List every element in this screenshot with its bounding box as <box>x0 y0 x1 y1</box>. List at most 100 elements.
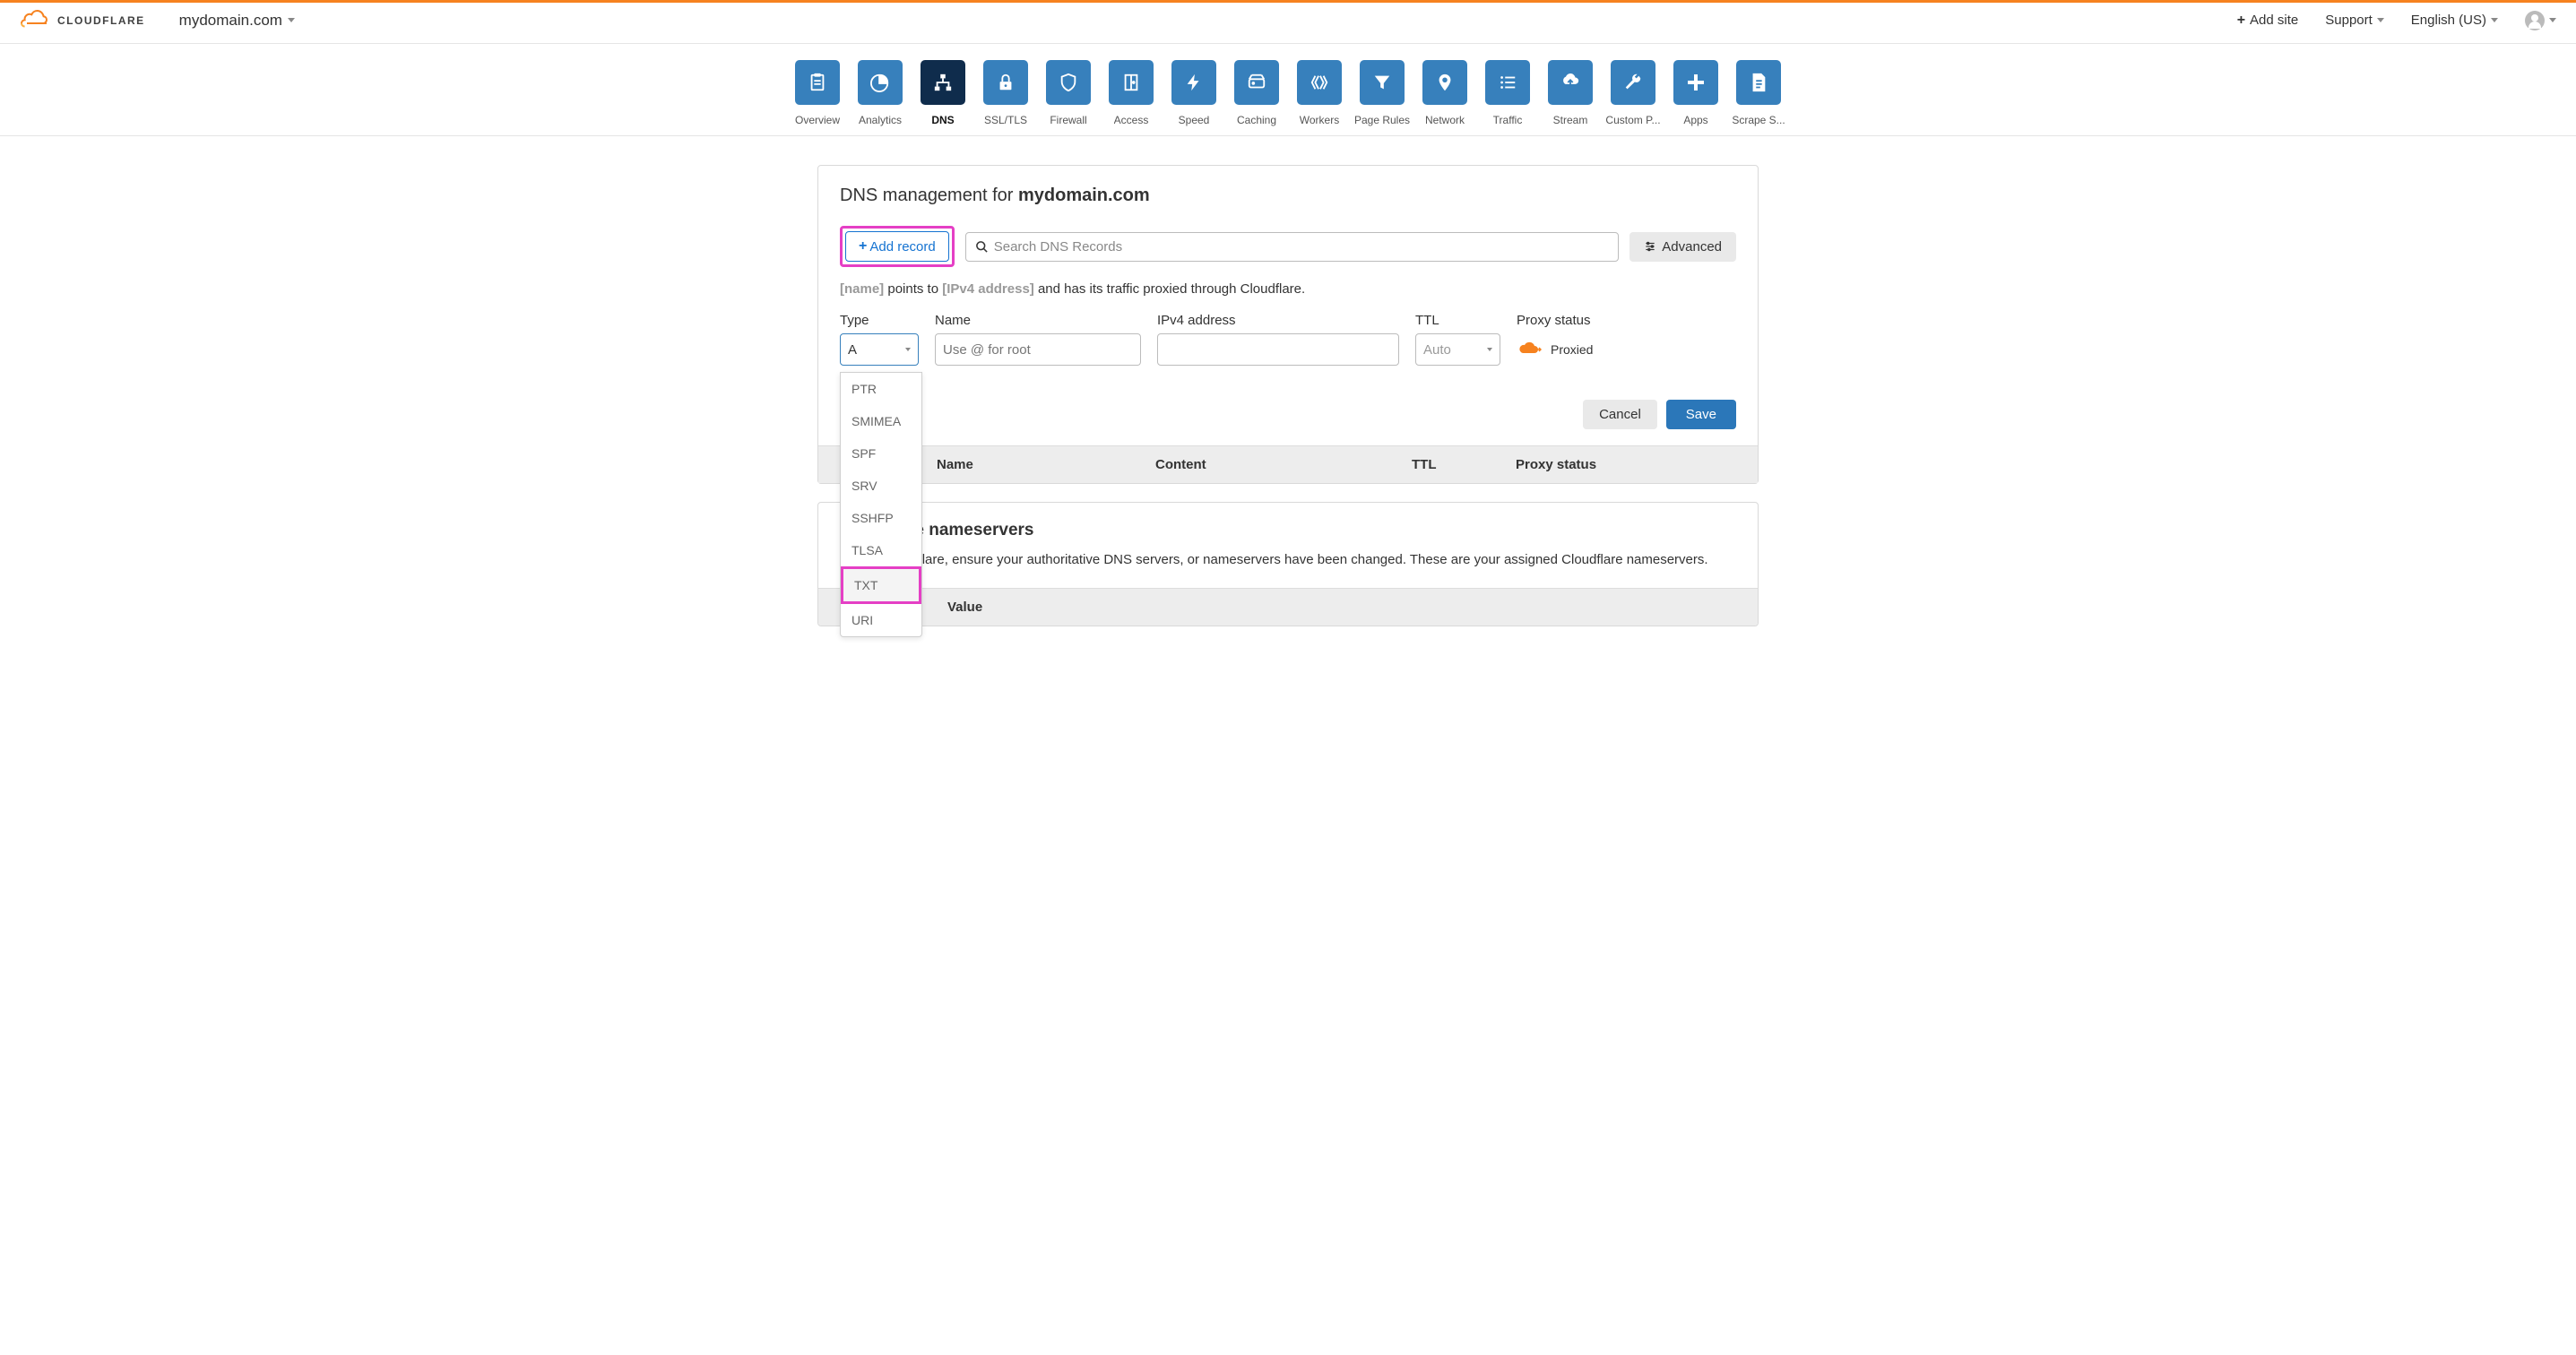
tab-apps[interactable]: Apps <box>1664 60 1727 126</box>
ns-panel-title: Cloudflare nameservers <box>840 521 1736 540</box>
cloud-upload-icon <box>1548 60 1593 105</box>
door-icon <box>1109 60 1154 105</box>
toolbar-row: + Add record Advanced <box>840 226 1736 267</box>
support-menu[interactable]: Support <box>2325 13 2384 28</box>
col-proxy: Proxy status <box>1516 457 1650 472</box>
ip-input[interactable] <box>1157 333 1399 366</box>
tab-scrape-shield[interactable]: Scrape S... <box>1727 60 1790 126</box>
drive-icon <box>1234 60 1279 105</box>
tab-label: Access <box>1114 114 1149 126</box>
search-input[interactable] <box>994 239 1610 255</box>
cancel-button[interactable]: Cancel <box>1583 400 1657 429</box>
type-option-txt[interactable]: TXT <box>841 566 921 604</box>
proxy-group: Proxy status Proxied <box>1517 313 1593 366</box>
save-button[interactable]: Save <box>1666 400 1736 429</box>
tab-access[interactable]: Access <box>1100 60 1163 126</box>
user-icon <box>2525 11 2545 30</box>
advanced-label: Advanced <box>1662 239 1722 255</box>
ttl-value: Auto <box>1423 342 1451 358</box>
caret-down-icon <box>2377 18 2384 22</box>
hint-name-ph: [name] <box>840 281 884 297</box>
tab-firewall[interactable]: Firewall <box>1037 60 1100 126</box>
proxy-label: Proxy status <box>1517 313 1593 328</box>
record-hint: [name] points to [IPv4 address] and has … <box>840 281 1736 297</box>
tab-caching[interactable]: Caching <box>1225 60 1288 126</box>
record-form: Type A Name IPv4 address TTL Auto <box>840 313 1736 366</box>
plus-icon: + <box>859 238 867 255</box>
domain-selector[interactable]: mydomain.com <box>179 12 295 30</box>
type-option-ptr[interactable]: PTR <box>841 373 921 405</box>
tab-custom-pages[interactable]: Custom P... <box>1602 60 1664 126</box>
name-group: Name <box>935 313 1141 366</box>
shield-icon <box>1046 60 1091 105</box>
tab-label: DNS <box>931 114 954 126</box>
type-option-uri[interactable]: URI <box>841 604 921 636</box>
col-ttl: TTL <box>1412 457 1516 472</box>
tab-page-rules[interactable]: Page Rules <box>1351 60 1413 126</box>
tab-label: Apps <box>1683 114 1707 126</box>
tab-stream[interactable]: Stream <box>1539 60 1602 126</box>
proxy-toggle[interactable]: Proxied <box>1517 333 1593 366</box>
type-option-tlsa[interactable]: TLSA <box>841 534 921 566</box>
tab-label: Workers <box>1300 114 1339 126</box>
ttl-select[interactable]: Auto <box>1415 333 1500 366</box>
advanced-button[interactable]: Advanced <box>1629 232 1736 262</box>
type-option-spf[interactable]: SPF <box>841 437 921 470</box>
language-label: English (US) <box>2411 13 2486 28</box>
tab-label: SSL/TLS <box>984 114 1027 126</box>
nav-tabs: Overview Analytics DNS SSL/TLS Firewall … <box>0 44 2576 136</box>
add-site-link[interactable]: + Add site <box>2237 13 2299 29</box>
search-box[interactable] <box>965 232 1620 262</box>
form-buttons: Cancel Save <box>840 400 1736 429</box>
add-record-highlight: + Add record <box>840 226 955 267</box>
type-option-srv[interactable]: SRV <box>841 470 921 502</box>
ip-group: IPv4 address <box>1157 313 1399 366</box>
caret-down-icon <box>2549 18 2556 22</box>
records-table-header: Type Name Content TTL Proxy status <box>818 445 1758 483</box>
caret-down-icon <box>2491 18 2498 22</box>
lock-icon <box>983 60 1028 105</box>
ip-label: IPv4 address <box>1157 313 1399 328</box>
funnel-icon <box>1360 60 1405 105</box>
header-right: + Add site Support English (US) <box>2237 11 2556 30</box>
type-label: Type <box>840 313 919 328</box>
tab-overview[interactable]: Overview <box>786 60 849 126</box>
name-input[interactable] <box>935 333 1141 366</box>
cloudflare-logo[interactable]: CLOUDFLARE <box>20 10 145 30</box>
workers-icon <box>1297 60 1342 105</box>
account-menu[interactable] <box>2525 11 2556 30</box>
type-option-smimea[interactable]: SMIMEA <box>841 405 921 437</box>
list-icon <box>1485 60 1530 105</box>
top-header: CLOUDFLARE mydomain.com + Add site Suppo… <box>0 3 2576 44</box>
pin-icon <box>1422 60 1467 105</box>
domain-name: mydomain.com <box>179 12 282 30</box>
type-select[interactable]: A <box>840 333 919 366</box>
tab-network[interactable]: Network <box>1413 60 1476 126</box>
tab-ssl[interactable]: SSL/TLS <box>974 60 1037 126</box>
tab-workers[interactable]: Workers <box>1288 60 1351 126</box>
hint-mid: points to <box>884 281 942 297</box>
panel-title: DNS management for mydomain.com <box>840 186 1736 206</box>
caret-down-icon <box>905 348 911 351</box>
tab-traffic[interactable]: Traffic <box>1476 60 1539 126</box>
hint-ip-ph: [IPv4 address] <box>942 281 1034 297</box>
add-record-button[interactable]: + Add record <box>845 231 949 262</box>
tab-speed[interactable]: Speed <box>1163 60 1225 126</box>
name-label: Name <box>935 313 1141 328</box>
hint-rest: and has its traffic proxied through Clou… <box>1034 281 1305 297</box>
add-record-label: Add record <box>869 239 935 255</box>
type-group: Type A <box>840 313 919 366</box>
support-label: Support <box>2325 13 2373 28</box>
ns-panel-text: To use Cloudflare, ensure your authorita… <box>840 549 1736 570</box>
ttl-group: TTL Auto <box>1415 313 1500 366</box>
type-option-sshfp[interactable]: SSHFP <box>841 502 921 534</box>
tab-analytics[interactable]: Analytics <box>849 60 912 126</box>
tab-dns[interactable]: DNS <box>912 60 974 126</box>
ns-table-header: Type Value <box>818 588 1758 626</box>
tab-label: Caching <box>1237 114 1276 126</box>
tab-label: Custom P... <box>1605 114 1660 126</box>
col-content: Content <box>1155 457 1412 472</box>
tab-label: Network <box>1425 114 1465 126</box>
tab-label: Stream <box>1553 114 1588 126</box>
language-menu[interactable]: English (US) <box>2411 13 2498 28</box>
